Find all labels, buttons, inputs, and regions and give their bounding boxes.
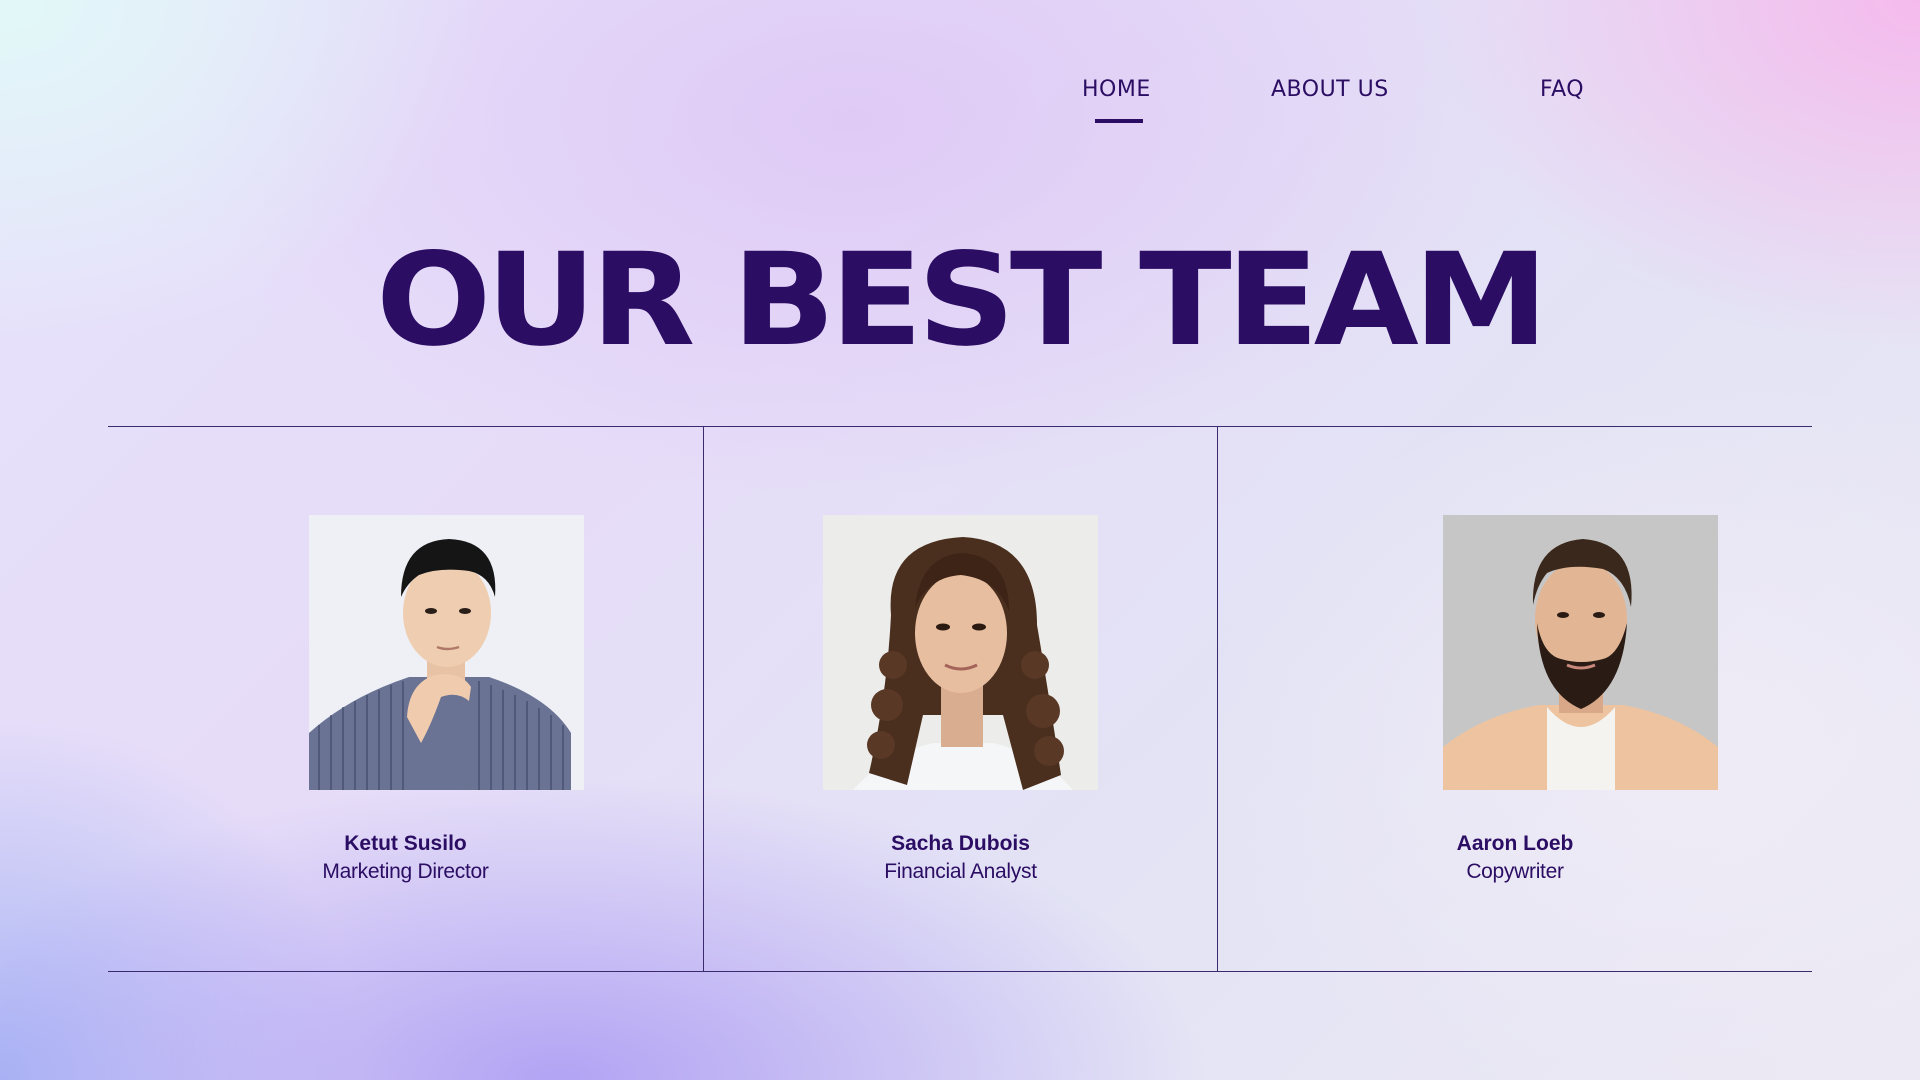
member-photo bbox=[1443, 515, 1718, 790]
member-name: Ketut Susilo bbox=[344, 832, 467, 855]
member-photo bbox=[309, 515, 584, 790]
page-title-text: OUR BEST TEAM bbox=[376, 226, 1548, 375]
nav-about-us-link[interactable]: ABOUT US bbox=[1271, 76, 1389, 104]
team-grid: Ketut Susilo Marketing Director Sacha Du… bbox=[108, 426, 1812, 972]
member-role: Copywriter bbox=[1466, 860, 1564, 883]
nav-home-link[interactable]: HOME bbox=[1082, 76, 1151, 104]
team-member-card: Ketut Susilo Marketing Director bbox=[108, 427, 703, 971]
member-role: Marketing Director bbox=[322, 860, 489, 883]
nav-active-indicator bbox=[1095, 119, 1143, 123]
team-member-card: Aaron Loeb Copywriter bbox=[1218, 427, 1812, 971]
member-role: Financial Analyst bbox=[884, 860, 1037, 883]
member-photo bbox=[823, 515, 1098, 790]
member-name: Sacha Dubois bbox=[891, 832, 1030, 855]
nav-faq-link[interactable]: FAQ bbox=[1540, 76, 1584, 104]
team-member-card: Sacha Dubois Financial Analyst bbox=[704, 427, 1217, 971]
member-name: Aaron Loeb bbox=[1456, 832, 1574, 855]
page-title: OUR BEST TEAM bbox=[0, 236, 1920, 366]
